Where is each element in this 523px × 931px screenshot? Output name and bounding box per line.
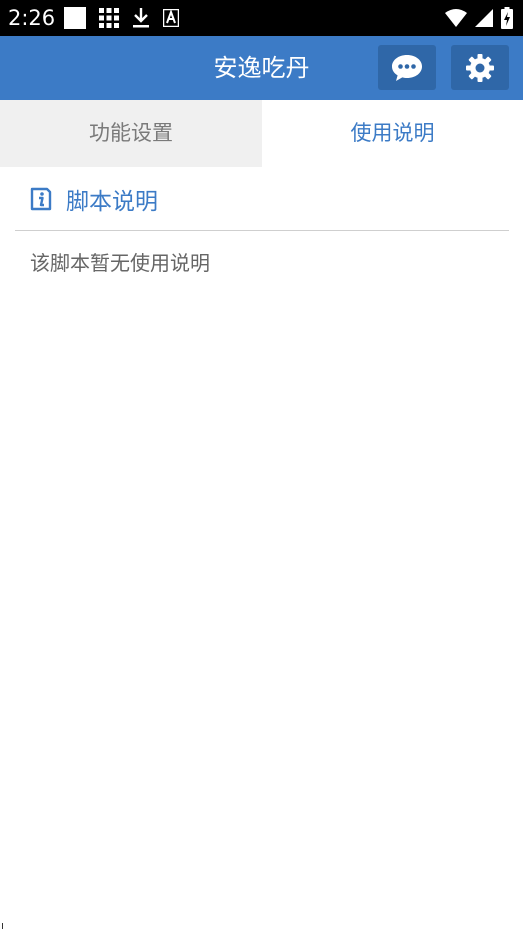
wifi-icon (445, 9, 467, 27)
info-doc-icon (30, 187, 52, 211)
battery-charging-icon (501, 7, 513, 29)
settings-button[interactable] (451, 45, 509, 90)
a-app-icon (163, 9, 179, 27)
status-right-icons (445, 7, 513, 29)
status-bar: 2:26 (0, 0, 523, 36)
tab-bar: 功能设置 使用说明 (0, 100, 523, 167)
corner-mark (2, 923, 5, 929)
usage-body-text: 该脚本暂无使用说明 (30, 251, 210, 275)
status-left-icons (64, 7, 179, 29)
script-description-header: 脚本说明 (15, 168, 509, 231)
gear-icon (466, 53, 494, 82)
signal-icon (475, 9, 493, 27)
tab-usage-instructions[interactable]: 使用说明 (262, 100, 523, 167)
chat-bubble-icon (392, 54, 422, 81)
section-title: 脚本说明 (66, 189, 158, 215)
app-bar: 安逸吃丹 (0, 36, 523, 100)
tab-feature-settings[interactable]: 功能设置 (0, 100, 262, 167)
screen: 2:26 安逸吃丹 功能设置 使用说明 脚本说明 该脚本暂无使用说明 (0, 0, 523, 931)
app-title: 安逸吃丹 (213, 54, 310, 82)
chat-button[interactable] (378, 45, 436, 90)
download-icon (133, 8, 149, 28)
blank-app-icon (64, 7, 86, 29)
status-time: 2:26 (8, 6, 56, 30)
grid-app-icon (99, 8, 119, 28)
